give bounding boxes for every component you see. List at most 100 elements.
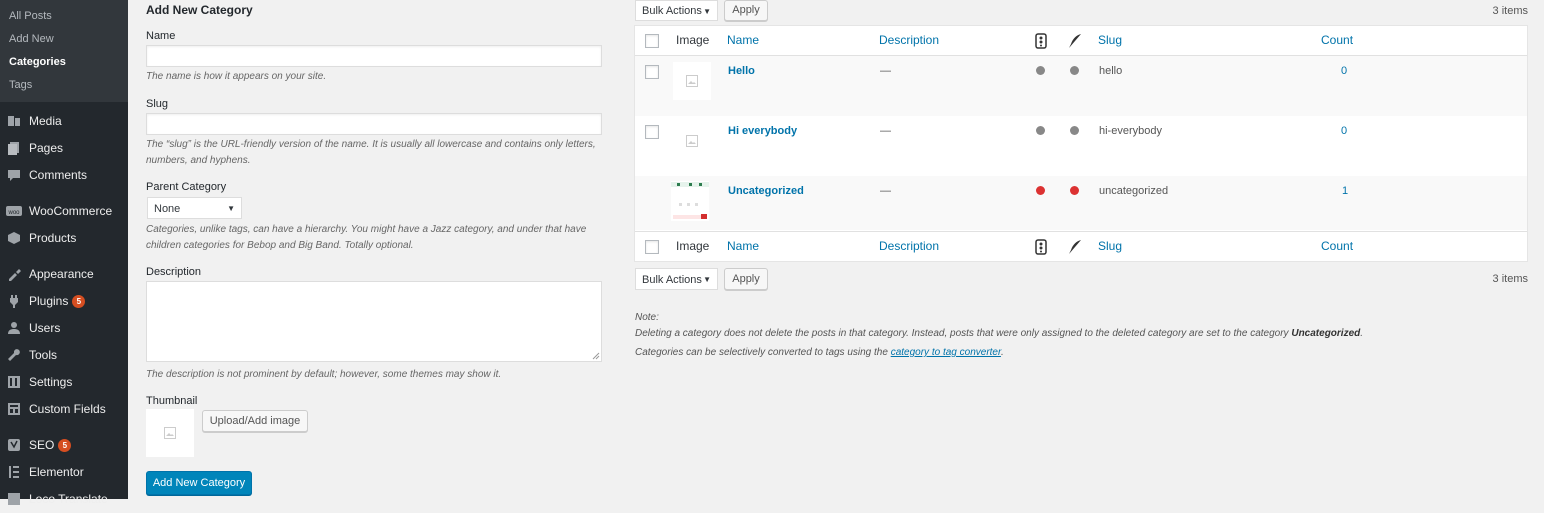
parent-category-value: None [154, 203, 181, 215]
column-slug[interactable]: Slug [1098, 26, 1122, 55]
column-count[interactable]: Count [1321, 26, 1353, 55]
row-checkbox[interactable] [645, 65, 659, 79]
bulk-actions-value: Bulk Actions [642, 274, 702, 286]
plugins-update-badge: 5 [72, 295, 86, 308]
category-count-link[interactable]: 0 [1341, 65, 1347, 77]
image-placeholder-icon [686, 75, 698, 87]
menu-plugins[interactable]: Plugins 5 [0, 288, 128, 315]
column-description[interactable]: Description [879, 26, 939, 55]
menu-label: WooCommerce [29, 204, 113, 218]
thumbnail-preview [146, 409, 194, 457]
description-hint: The description is not prominent by defa… [146, 369, 502, 380]
table-row: Hi everybody — hi-everybody 0 [635, 116, 1527, 176]
column-name[interactable]: Name [727, 26, 759, 55]
menu-label: SEO 5 [29, 432, 72, 459]
menu-label: Media [29, 114, 62, 128]
menu-label: Pages [29, 141, 64, 155]
comments-icon [8, 170, 20, 181]
select-all-checkbox[interactable] [645, 34, 659, 48]
translate-icon [8, 493, 20, 505]
items-count-top: 3 items [1492, 5, 1528, 17]
submenu-all-posts[interactable]: All Posts [0, 6, 128, 29]
image-placeholder-icon [686, 135, 698, 147]
upload-image-button[interactable]: Upload/Add image [202, 410, 308, 432]
menu-settings[interactable]: Settings [0, 369, 128, 396]
table-header: Image Name Description Slug Count [635, 26, 1527, 56]
items-count-bottom: 3 items [1492, 273, 1528, 285]
description-label: Description [146, 266, 202, 278]
products-icon [8, 232, 20, 244]
category-count-link[interactable]: 0 [1341, 125, 1347, 137]
category-to-tag-converter-link[interactable]: category to tag converter [891, 347, 1001, 358]
bulk-actions-value: Bulk Actions [642, 5, 702, 17]
pages-icon [8, 142, 19, 155]
submenu-tags[interactable]: Tags [0, 75, 128, 98]
bulk-actions-select-top[interactable]: Bulk Actions ▼ [635, 0, 718, 21]
name-input[interactable] [146, 45, 602, 67]
row-checkbox[interactable] [645, 125, 659, 139]
thumbnail-label: Thumbnail [146, 395, 198, 407]
parent-category-select[interactable]: None ▼ [147, 197, 242, 219]
category-description: — [880, 65, 891, 77]
categories-table: Image Name Description Slug Count Hello … [634, 25, 1528, 262]
status-dot-1 [1036, 186, 1045, 195]
menu-loco-translate[interactable]: Loco Translate [0, 486, 128, 513]
menu-products[interactable]: Products [0, 225, 128, 252]
appearance-icon [9, 269, 21, 281]
seo-notification-badge: 5 [58, 439, 72, 452]
menu-media[interactable]: Media [0, 108, 128, 135]
column-name[interactable]: Name [727, 232, 759, 261]
menu-label: Tools [29, 348, 58, 362]
submenu-categories[interactable]: Categories [0, 52, 128, 75]
slug-input[interactable] [146, 113, 602, 135]
select-all-checkbox[interactable] [645, 240, 659, 254]
menu-appearance[interactable]: Appearance [0, 261, 128, 288]
column-count[interactable]: Count [1321, 232, 1353, 261]
menu-label: Custom Fields [29, 402, 106, 416]
table-row: Hello — hello 0 [635, 56, 1527, 116]
status-dot-2 [1070, 66, 1079, 75]
chevron-down-icon: ▼ [227, 204, 235, 213]
category-description: — [880, 185, 891, 197]
menu-tools[interactable]: Tools [0, 342, 128, 369]
category-count-link[interactable]: 1 [1342, 185, 1348, 197]
settings-icon [8, 376, 20, 388]
menu-label: Loco Translate [29, 492, 108, 506]
svg-text:woo: woo [7, 210, 20, 216]
media-icon [8, 116, 20, 126]
apply-button-bottom[interactable]: Apply [724, 268, 768, 290]
menu-custom-fields[interactable]: Custom Fields [0, 396, 128, 423]
description-textarea[interactable] [146, 281, 602, 362]
menu-pages[interactable]: Pages [0, 135, 128, 162]
category-name-link[interactable]: Hi everybody [728, 125, 797, 137]
column-image: Image [676, 33, 710, 47]
menu-label: Plugins 5 [29, 288, 86, 315]
name-label: Name [146, 30, 176, 42]
menu-label: Appearance [29, 267, 94, 281]
bulk-actions-select-bottom[interactable]: Bulk Actions ▼ [635, 268, 718, 290]
menu-users[interactable]: Users [0, 315, 128, 342]
column-description[interactable]: Description [879, 232, 939, 261]
feather-icon [1069, 34, 1081, 48]
category-name-link[interactable]: Uncategorized [728, 185, 804, 197]
posts-submenu: All Posts Add New Categories Tags [0, 0, 128, 102]
menu-label: Elementor [29, 465, 84, 479]
woocommerce-icon: woo [6, 206, 22, 216]
add-new-category-button[interactable]: Add New Category [146, 471, 252, 495]
apply-button-top[interactable]: Apply [724, 0, 768, 21]
submenu-add-new[interactable]: Add New [0, 29, 128, 52]
menu-elementor[interactable]: Elementor [0, 459, 128, 486]
resize-grip-icon[interactable] [592, 352, 600, 360]
column-slug[interactable]: Slug [1098, 232, 1122, 261]
menu-seo[interactable]: SEO 5 [0, 432, 128, 459]
parent-category-hint: Categories, unlike tags, can have a hier… [146, 224, 587, 251]
menu-woocommerce[interactable]: woo WooCommerce [0, 198, 128, 225]
status-dot-2 [1070, 126, 1079, 135]
menu-label: Products [29, 231, 77, 245]
note-heading: Note: [635, 312, 659, 323]
admin-sidebar: All Posts Add New Categories Tags Media … [0, 0, 128, 506]
note-line-1: Deleting a category does not delete the … [635, 328, 1364, 339]
category-name-link[interactable]: Hello [728, 65, 755, 77]
status-dot-2 [1070, 186, 1079, 195]
menu-comments[interactable]: Comments [0, 162, 128, 189]
